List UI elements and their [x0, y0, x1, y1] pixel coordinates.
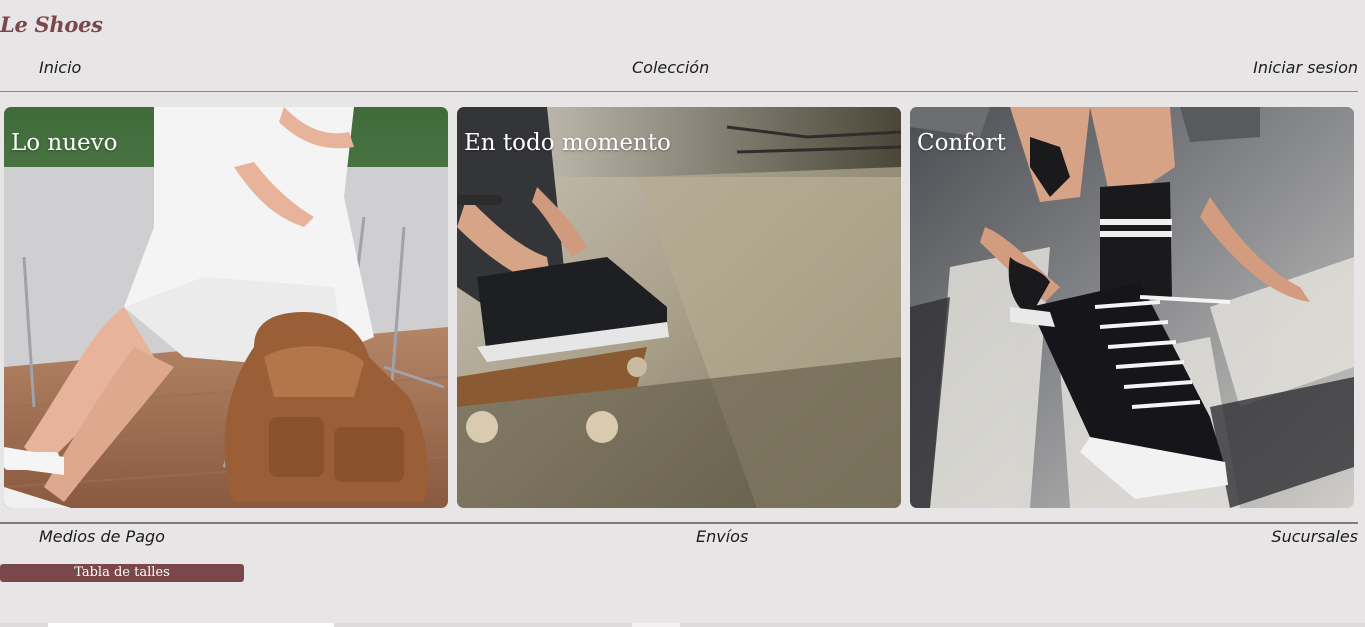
card-anytime[interactable]: En todo momento: [457, 107, 901, 508]
card-comfort-title: Confort: [917, 130, 1006, 156]
size-chart-button[interactable]: Tabla de talles: [0, 564, 244, 582]
main-nav: Inicio Colección Iniciar sesion: [0, 58, 1358, 82]
card-new-photo: [4, 107, 448, 508]
header-divider: [0, 91, 1358, 92]
footer-divider: [0, 522, 1358, 524]
footer-nav: Medios de Pago Envíos Sucursales: [0, 527, 1358, 551]
scrollbar-thumb[interactable]: [48, 623, 334, 627]
nav-link-home[interactable]: Inicio: [39, 58, 81, 77]
category-cards: Lo nuevo En todo momento Confort: [4, 107, 1356, 508]
scrollbar-segment: [632, 623, 680, 627]
card-anytime-photo: [457, 107, 901, 508]
footer-link-shipping[interactable]: Envíos: [696, 527, 748, 546]
card-anytime-title: En todo momento: [464, 130, 671, 156]
nav-link-login[interactable]: Iniciar sesion: [1253, 58, 1358, 77]
nav-link-collection[interactable]: Colección: [632, 58, 709, 77]
card-comfort-photo: [910, 107, 1354, 508]
footer-link-payment[interactable]: Medios de Pago: [39, 527, 165, 546]
card-comfort[interactable]: Confort: [910, 107, 1354, 508]
brand-logo[interactable]: Le Shoes: [0, 12, 103, 37]
card-new-title: Lo nuevo: [11, 130, 118, 156]
horizontal-scrollbar[interactable]: [0, 623, 1365, 627]
card-new[interactable]: Lo nuevo: [4, 107, 448, 508]
footer-link-branches[interactable]: Sucursales: [1271, 527, 1358, 546]
